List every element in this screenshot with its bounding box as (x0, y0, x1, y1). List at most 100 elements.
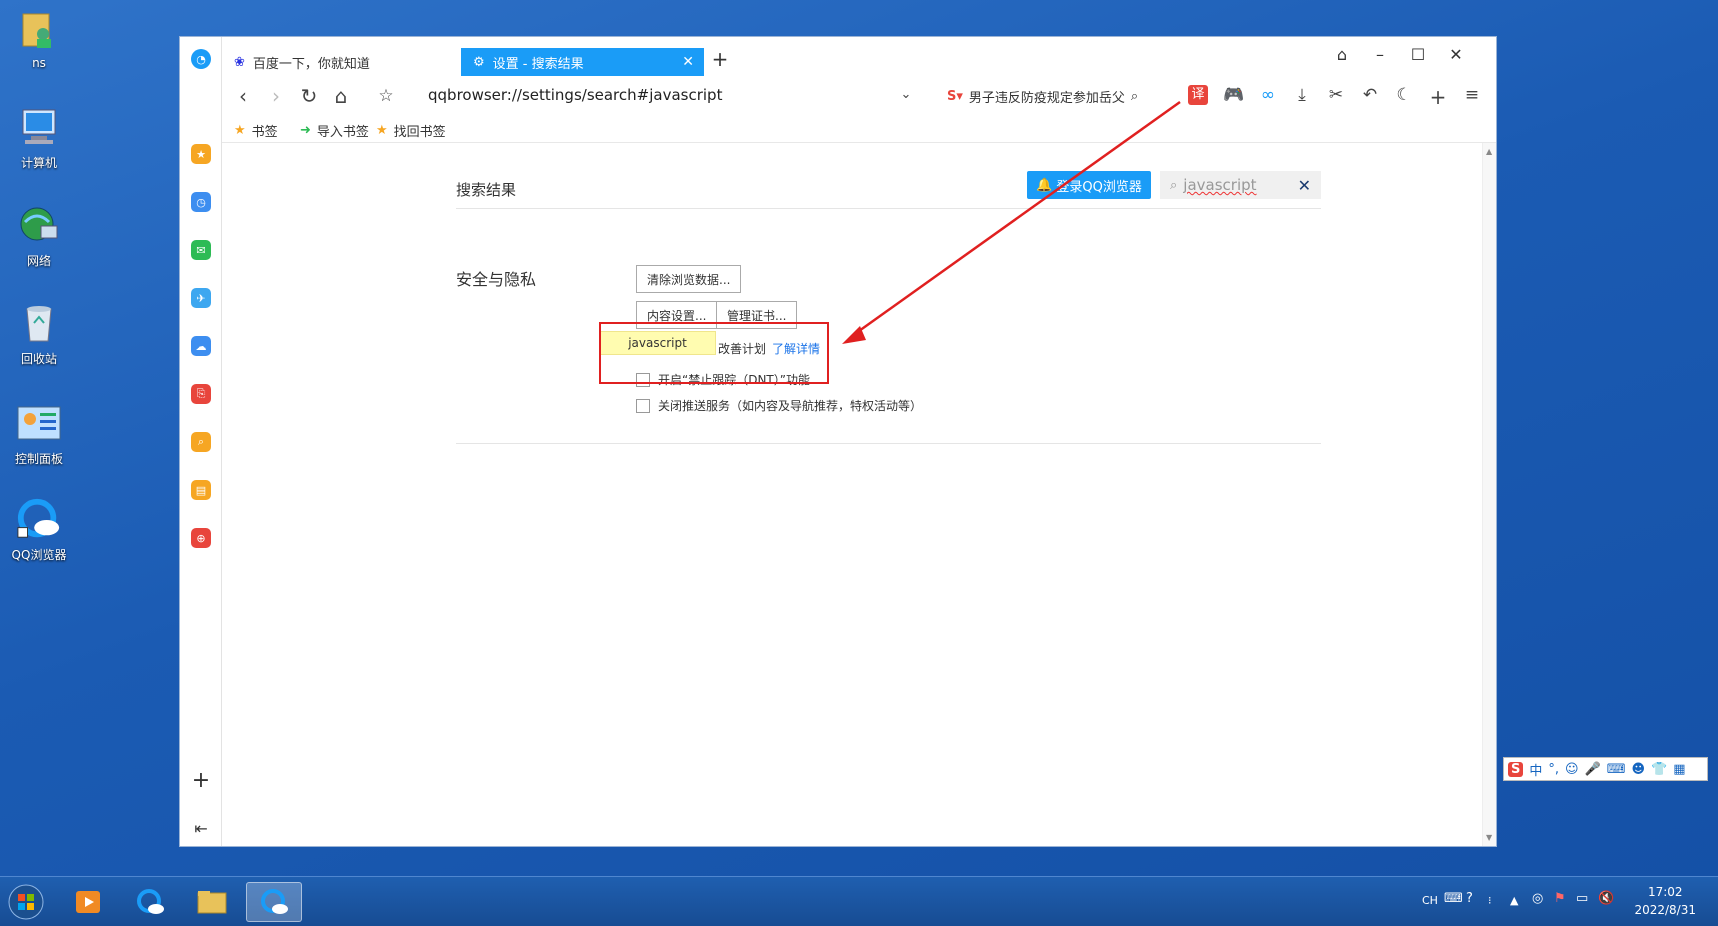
computer-icon (16, 104, 62, 150)
reload-icon[interactable]: ↻ (297, 84, 321, 108)
lang-indicator[interactable]: CH (1422, 894, 1438, 907)
login-button-label: 登录QQ浏览器 (1056, 179, 1142, 195)
undo-icon[interactable]: ↶ (1358, 85, 1382, 105)
qq-browser-taskbar[interactable] (122, 882, 178, 922)
login-button[interactable]: 🔔 登录QQ浏览器 (1027, 171, 1151, 199)
qq-logo-icon[interactable]: ◔ (191, 49, 211, 69)
tab-label: 设置 - 搜索结果 (492, 56, 584, 72)
sidebar-translate-icon[interactable]: ⊕ (191, 528, 211, 548)
keyboard-tray-icon[interactable]: ⌨ (1444, 891, 1463, 906)
user-icon[interactable]: ☻ (1632, 762, 1646, 777)
clock-date: 2022/8/31 (1634, 903, 1696, 917)
qq-browser-active-taskbar[interactable] (246, 882, 302, 922)
tab-baidu[interactable]: ❀ 百度一下，你就知道 (222, 48, 465, 76)
sidebar-wechat-icon[interactable]: ✉ (191, 240, 211, 260)
skin-icon[interactable]: 👕 (1651, 762, 1667, 777)
maximize-icon[interactable]: ☐ (1408, 45, 1428, 64)
search-box[interactable]: S▾ 男子违反防疫规定参加岳父 ⌕ (947, 85, 1172, 107)
start-button[interactable] (4, 882, 48, 922)
page-title: 搜索结果 (456, 181, 517, 199)
display-icon[interactable]: ▭ (1576, 891, 1588, 906)
punctuation-icon[interactable]: °, (1548, 762, 1559, 777)
desktop-icon-label: 计算机 (20, 156, 57, 170)
bookmark-item[interactable]: ➜ 导入书签 (300, 121, 369, 140)
tab-close-icon[interactable]: ✕ (682, 54, 694, 70)
clear-search-icon[interactable]: ✕ (1298, 176, 1311, 195)
tray-menu-icon[interactable]: ⁝ (1488, 894, 1492, 907)
sidebar-search-icon[interactable]: ⌕ (191, 432, 211, 452)
sidebar-add-icon[interactable]: + (191, 768, 211, 793)
menu-icon[interactable]: ≡ (1460, 85, 1484, 105)
keyboard-icon[interactable]: ⌨ (1607, 762, 1626, 777)
search-text: 男子违反防疫规定参加岳父 (968, 90, 1125, 106)
ime-toolbar[interactable]: S 中 °, ☺ 🎤 ⌨ ☻ 👕 ▦ (1503, 757, 1708, 781)
sogou-search-icon: S▾ (947, 88, 963, 104)
desktop-icon-ns[interactable]: ns (6, 6, 72, 70)
volume-muted-icon[interactable]: 🔇 (1598, 891, 1614, 906)
clock-time: 17:02 (1647, 885, 1683, 899)
sidebar-notes-icon[interactable]: ▤ (191, 480, 211, 500)
settings-search-input[interactable]: ⌕ javascript ✕ (1160, 171, 1321, 199)
bookmark-item[interactable]: ★ 书签 (234, 121, 278, 140)
taskbar: CH ⌨ ? ⁝ ▲ ◎ ⚑ ▭ 🔇 17:02 2022/8/31 (0, 876, 1718, 926)
address-bar[interactable]: qqbrowser://settings/search#javascript (428, 86, 722, 104)
game-icon[interactable]: 🎮 (1222, 85, 1246, 105)
add-icon[interactable]: + (1426, 85, 1450, 109)
scrollbar[interactable]: ▲ ▼ (1482, 143, 1496, 846)
windows-logo-icon (8, 884, 44, 920)
microphone-icon[interactable]: 🎤 (1585, 762, 1601, 777)
pin-icon[interactable]: ⌂ (1332, 45, 1352, 64)
scroll-down-icon[interactable]: ▼ (1486, 833, 1492, 842)
desktop-icon-control-panel[interactable]: 控制面板 (6, 400, 72, 467)
network-tray-icon[interactable]: ◎ (1532, 891, 1543, 906)
navigation-bar: ‹ › ↻ ⌂ ☆ qqbrowser://settings/search#ja… (222, 77, 1496, 113)
explorer-taskbar[interactable] (184, 882, 240, 922)
back-icon[interactable]: ‹ (231, 84, 255, 108)
bookmark-item[interactable]: ★ 找回书签 (376, 121, 446, 140)
new-tab-button[interactable]: + (710, 47, 730, 71)
minimize-icon[interactable]: – (1370, 45, 1390, 64)
tab-label: 百度一下，你就知道 (252, 56, 370, 72)
bookmark-label: 导入书签 (316, 125, 369, 140)
sidebar-favorites-icon[interactable]: ★ (191, 144, 211, 164)
media-player-taskbar[interactable] (60, 882, 116, 922)
sidebar-cloud-icon[interactable]: ☁ (191, 336, 211, 356)
download-icon[interactable]: ⤓ (1290, 85, 1314, 105)
sidebar-transfer-icon[interactable]: ✈ (191, 288, 211, 308)
clear-data-button[interactable]: 清除浏览数据... (636, 265, 742, 293)
settings-page: 搜索结果 🔔 登录QQ浏览器 ⌕ javascript ✕ 安全与隐私 清除浏览… (222, 143, 1496, 846)
tab-settings[interactable]: ⚙ 设置 - 搜索结果 ✕ (461, 48, 704, 76)
home-icon[interactable]: ⌂ (329, 84, 353, 108)
clock[interactable]: 17:02 2022/8/31 (1634, 883, 1696, 919)
grid-menu-icon[interactable]: ▦ (1673, 762, 1685, 777)
address-dropdown-icon[interactable]: ⌄ (894, 87, 918, 102)
flag-icon[interactable]: ⚑ (1554, 891, 1566, 906)
sidebar-collapse-icon[interactable]: ⇤ (191, 818, 211, 838)
desktop-icon-recycle-bin[interactable]: 回收站 (6, 300, 72, 367)
infinity-icon[interactable]: ∞ (1256, 85, 1280, 105)
forward-icon[interactable]: › (264, 84, 288, 108)
emoji-icon[interactable]: ☺ (1565, 762, 1579, 777)
scroll-up-icon[interactable]: ▲ (1486, 147, 1492, 156)
desktop-icon-network[interactable]: 网络 (6, 202, 72, 269)
show-hidden-icon[interactable]: ▲ (1510, 894, 1518, 907)
star-icon: ★ (234, 123, 246, 138)
translate-icon[interactable]: 译 (1188, 85, 1208, 105)
help-icon[interactable]: ? (1466, 891, 1473, 906)
sidebar-pdf-icon[interactable]: ⎘ (191, 384, 211, 404)
night-mode-icon[interactable]: ☾ (1392, 85, 1416, 105)
scissors-icon[interactable]: ✂ (1324, 85, 1348, 105)
close-window-icon[interactable]: ✕ (1446, 45, 1466, 64)
push-service-row[interactable]: 关闭推送服务（如内容及导航推荐，特权活动等） (636, 397, 922, 414)
desktop-icon-computer[interactable]: 计算机 (6, 104, 72, 171)
magnifier-icon[interactable]: ⌕ (1131, 89, 1138, 104)
desktop-icon-label: QQ浏览器 (11, 548, 67, 562)
bookmark-star-icon[interactable]: ☆ (374, 86, 398, 106)
push-service-checkbox[interactable] (636, 398, 650, 413)
ime-mode-label[interactable]: 中 (1529, 760, 1542, 779)
sidebar-history-icon[interactable]: ◷ (191, 192, 211, 212)
media-player-icon (76, 891, 100, 913)
desktop-icon-label: ns (32, 56, 46, 70)
row-text: 关闭推送服务（如内容及导航推荐，特权活动等） (658, 399, 923, 413)
desktop-icon-qq-browser[interactable]: QQ浏览器 (6, 496, 72, 563)
